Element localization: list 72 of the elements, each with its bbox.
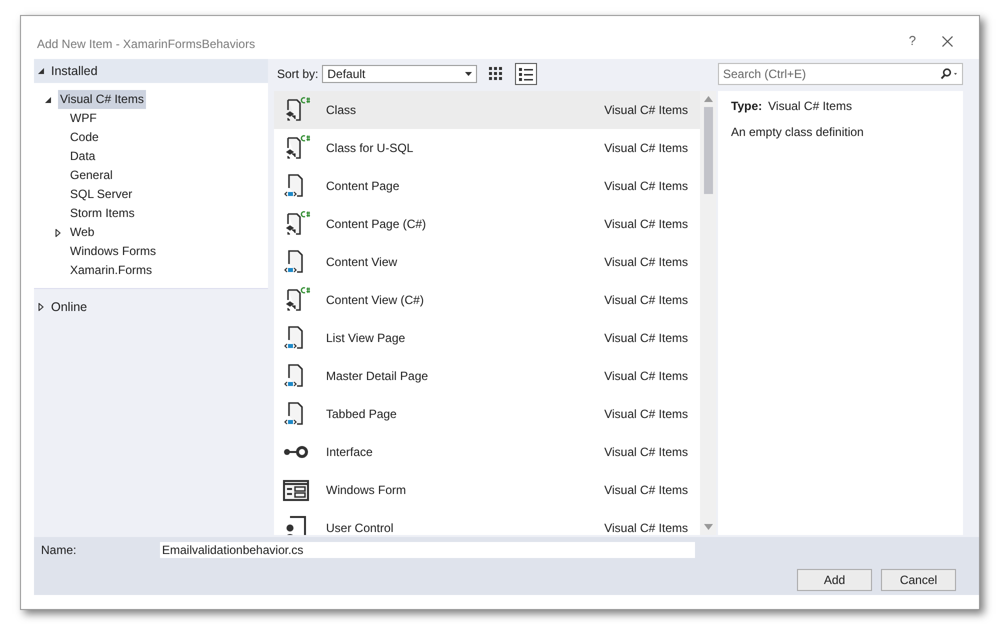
template-name: Class — [326, 102, 358, 119]
expanded-arrow-icon[interactable] — [37, 67, 45, 75]
template-row[interactable]: Content View Visual C# Items — [274, 243, 700, 281]
template-category: Visual C# Items — [604, 140, 688, 157]
template-row[interactable]: Content Page Visual C# Items — [274, 167, 700, 205]
close-icon[interactable] — [942, 36, 953, 47]
template-name: Content View — [326, 254, 398, 271]
template-name: Master Detail Page — [326, 368, 430, 385]
template-category: Visual C# Items — [604, 216, 688, 233]
template-name: Content Page (C#) — [326, 216, 428, 233]
template-category: Visual C# Items — [604, 444, 688, 461]
tree-item[interactable]: Windows Forms — [68, 242, 158, 261]
search-field[interactable]: Search (Ctrl+E) — [718, 63, 963, 85]
dialog-button[interactable]: Cancel — [881, 569, 956, 591]
section-header[interactable]: Installed — [51, 62, 98, 80]
expanded-arrow-icon[interactable] — [44, 96, 52, 104]
template-row[interactable]: Windows Form Visual C# Items — [274, 471, 700, 509]
tree-item[interactable]: WPF — [68, 109, 99, 128]
tree-item[interactable]: Data — [68, 147, 98, 166]
dialog-button[interactable]: Add — [797, 569, 872, 591]
template-row[interactable]: List View Page Visual C# Items — [274, 319, 700, 357]
list-view-button[interactable] — [515, 63, 538, 85]
tree-item[interactable]: Visual C# Items — [58, 90, 146, 109]
template-name: Class for U-SQL — [326, 140, 414, 157]
name-label: Name: — [41, 542, 78, 559]
sort-label: Sort by: — [277, 66, 318, 83]
template-name: Tabbed Page — [326, 406, 398, 423]
description-text: An empty class definition — [731, 124, 865, 141]
collapsed-arrow-icon[interactable] — [37, 303, 45, 311]
scrollbar[interactable] — [700, 91, 716, 535]
sort-dropdown[interactable]: Default — [322, 65, 478, 83]
search-icon[interactable] — [940, 68, 958, 80]
template-category: Visual C# Items — [604, 368, 688, 385]
template-row[interactable]: Content Page (C#) Visual C# Items — [274, 205, 700, 243]
template-row[interactable]: Interface Visual C# Items — [274, 433, 700, 471]
help-button[interactable]: ? — [908, 34, 916, 47]
list-icon — [519, 67, 534, 81]
template-row[interactable]: User Control Visual C# Items — [274, 509, 700, 535]
window-title: Add New Item - XamarinFormsBehaviors — [37, 36, 256, 53]
template-category: Visual C# Items — [604, 482, 688, 499]
tree-item[interactable]: Web — [68, 223, 96, 242]
template-row[interactable]: Class for U-SQL Visual C# Items — [274, 129, 700, 167]
template-row[interactable]: Master Detail Page Visual C# Items — [274, 357, 700, 395]
template-name: Interface — [326, 444, 374, 461]
scrollbar-thumb[interactable] — [704, 107, 712, 194]
tree-item[interactable]: Code — [68, 128, 101, 147]
collapsed-arrow-icon[interactable] — [54, 228, 62, 236]
section-header[interactable]: Online — [51, 298, 88, 316]
type-value: Visual C# Items — [768, 98, 852, 115]
template-name: List View Page — [326, 330, 406, 347]
template-category: Visual C# Items — [604, 330, 688, 347]
template-name: Windows Form — [326, 482, 408, 499]
name-field[interactable]: Emailvalidationbehavior.cs — [160, 542, 695, 558]
template-category: Visual C# Items — [604, 254, 688, 271]
grid-icon — [489, 67, 504, 81]
template-category: Visual C# Items — [604, 178, 688, 195]
tree-item[interactable]: SQL Server — [68, 185, 134, 204]
template-row[interactable]: Class Visual C# Items — [274, 91, 700, 129]
template-category: Visual C# Items — [604, 520, 688, 535]
dropdown-arrow-icon — [465, 72, 472, 76]
template-row[interactable]: Content View (C#) Visual C# Items — [274, 281, 700, 319]
tree-item[interactable]: Storm Items — [68, 204, 137, 223]
template-name: Content Page — [326, 178, 400, 195]
template-row[interactable]: Tabbed Page Visual C# Items — [274, 395, 700, 433]
template-category: Visual C# Items — [604, 102, 688, 119]
template-name: User Control — [326, 520, 394, 535]
type-label: Type: — [731, 98, 762, 115]
template-name: Content View (C#) — [326, 292, 425, 309]
template-category: Visual C# Items — [604, 406, 688, 423]
tree-item[interactable]: General — [68, 166, 115, 185]
template-category: Visual C# Items — [604, 292, 688, 309]
tree-item[interactable]: Xamarin.Forms — [68, 261, 154, 280]
